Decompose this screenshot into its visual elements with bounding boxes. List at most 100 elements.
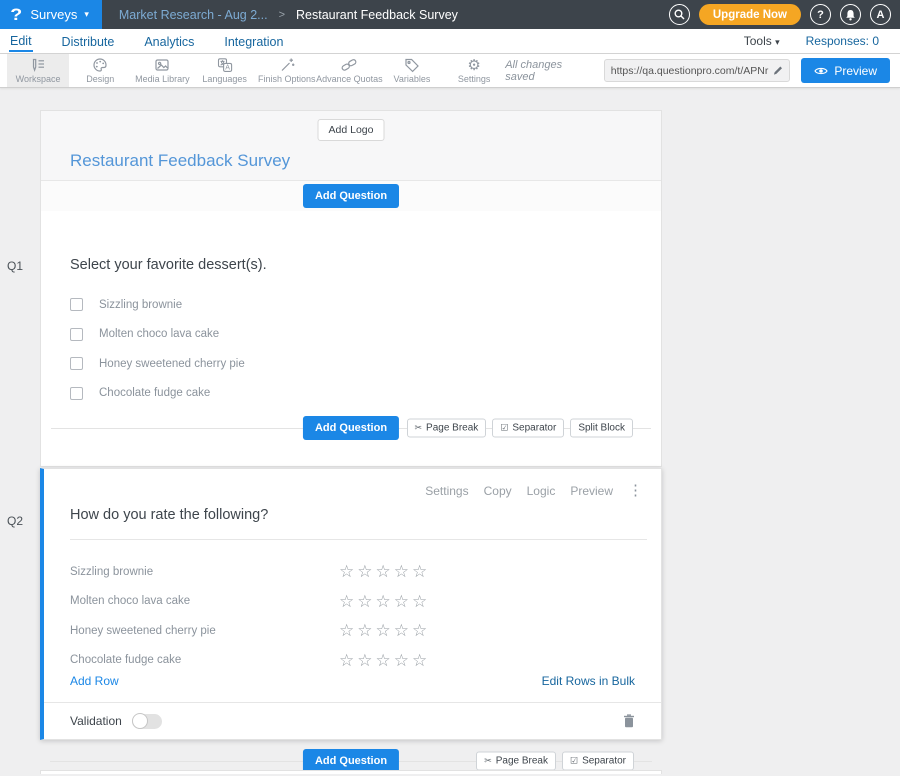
question-2-rating-rows: Sizzling brownie ☆☆☆☆☆ Molten choco lava… (70, 557, 635, 675)
q2-gutter-label: Q2 (7, 514, 23, 528)
divider-actions: ✂Page Break ☑Separator Split Block (407, 419, 634, 438)
rating-row-label[interactable]: Sizzling brownie (70, 566, 339, 578)
block-divider-row: Add Question ✂Page Break ☑Separator Spli… (41, 408, 661, 448)
divider-actions-bottom: ✂Page Break ☑Separator (476, 752, 634, 771)
separator-check-icon: ☑ (570, 756, 578, 767)
pencil-icon[interactable] (773, 65, 783, 76)
option-label[interactable]: Molten choco lava cake (99, 328, 219, 340)
kebab-menu-icon[interactable]: ⋮ (628, 486, 643, 496)
split-block-button[interactable]: Split Block (570, 419, 633, 438)
add-question-button-mid[interactable]: Add Question (303, 416, 399, 440)
survey-header-section: Add Logo Restaurant Feedback Survey (41, 111, 661, 181)
scissors-icon: ✂ (415, 423, 423, 434)
preview-button[interactable]: Preview (801, 58, 890, 83)
tool-languages[interactable]: A Languages (194, 54, 256, 87)
responses-count[interactable]: Responses: 0 (806, 34, 879, 48)
survey-url-box (604, 59, 791, 82)
rating-row-label[interactable]: Chocolate fudge cake (70, 654, 339, 666)
surveys-menu[interactable]: Surveys (30, 7, 77, 22)
tool-design[interactable]: Design (69, 54, 131, 87)
tool-settings[interactable]: ⚙ Settings (443, 54, 505, 87)
toolbar-right: All changes saved Preview (505, 54, 900, 87)
option-label[interactable]: Honey sweetened cherry pie (99, 358, 245, 370)
section-tabs: Edit Distribute Analytics Integration To… (0, 29, 900, 54)
top-navbar: ? Surveys ▾ Market Research - Aug 2... >… (0, 0, 900, 29)
question-logic-button[interactable]: Logic (527, 484, 556, 498)
workspace-icon (30, 57, 46, 73)
breadcrumb-parent-link[interactable]: Market Research - Aug 2... (119, 8, 268, 22)
chain-link-icon (341, 57, 357, 73)
tool-finish-options[interactable]: Finish Options (256, 54, 318, 87)
separator-button[interactable]: ☑Separator (562, 752, 634, 771)
page-break-button[interactable]: ✂Page Break (407, 419, 487, 438)
option-row: Chocolate fudge cake (70, 379, 632, 409)
tab-edit[interactable]: Edit (9, 30, 33, 52)
tool-media-library[interactable]: Media Library (131, 54, 193, 87)
question-2-text[interactable]: How do you rate the following? (70, 507, 647, 540)
add-question-button-top[interactable]: Add Question (303, 184, 399, 208)
survey-title[interactable]: Restaurant Feedback Survey (70, 151, 290, 171)
breadcrumb-current: Restaurant Feedback Survey (296, 8, 458, 22)
page-break-button[interactable]: ✂Page Break (476, 752, 556, 771)
tab-analytics[interactable]: Analytics (143, 31, 195, 51)
save-status-text: All changes saved (505, 59, 593, 83)
question-1: Select your favorite dessert(s). Sizzlin… (41, 211, 661, 408)
validation-control: Validation (70, 714, 162, 729)
tool-variables[interactable]: Variables (381, 54, 443, 87)
question-settings-button[interactable]: Settings (425, 484, 468, 498)
rating-row-label[interactable]: Honey sweetened cherry pie (70, 625, 339, 637)
validation-toggle[interactable] (132, 714, 162, 729)
star-rating-icons[interactable]: ☆☆☆☆☆ (339, 593, 430, 610)
help-button[interactable]: ? (810, 4, 831, 25)
help-icon: ? (817, 9, 824, 21)
option-label[interactable]: Sizzling brownie (99, 299, 182, 311)
toggle-knob (132, 713, 148, 729)
star-rating-icons[interactable]: ☆☆☆☆☆ (339, 563, 430, 580)
notifications-button[interactable] (840, 4, 861, 25)
rating-row-label[interactable]: Molten choco lava cake (70, 595, 339, 607)
palette-icon (92, 57, 108, 73)
upgrade-now-button[interactable]: Upgrade Now (699, 4, 801, 25)
tab-distribute[interactable]: Distribute (61, 31, 116, 51)
star-rating-icons[interactable]: ☆☆☆☆☆ (339, 652, 430, 669)
question-1-options: Sizzling brownie Molten choco lava cake … (70, 290, 632, 408)
chevron-down-icon: ▾ (775, 37, 780, 47)
edit-rows-in-bulk-link[interactable]: Edit Rows in Bulk (542, 674, 635, 688)
question-2-links: Add Row Edit Rows in Bulk (70, 674, 635, 688)
q1-gutter-label: Q1 (7, 259, 23, 273)
topnav-actions: Upgrade Now ? A (669, 4, 900, 25)
avatar-initial: A (877, 9, 885, 21)
tab-integration[interactable]: Integration (223, 31, 284, 51)
svg-text:A: A (225, 65, 230, 72)
checkbox[interactable] (70, 298, 83, 311)
tools-menu[interactable]: Tools ▾ (744, 34, 780, 48)
brand-area[interactable]: ? Surveys ▾ (0, 0, 102, 29)
add-question-strip: Add Question (41, 181, 661, 211)
tag-icon (404, 57, 420, 73)
survey-url-input[interactable] (611, 65, 770, 77)
search-button[interactable] (669, 4, 690, 25)
gear-icon: ⚙ (467, 58, 480, 73)
tool-advance-quotas[interactable]: Advance Quotas (318, 54, 381, 87)
next-block-edge (40, 770, 662, 774)
checkbox[interactable] (70, 387, 83, 400)
question-copy-button[interactable]: Copy (484, 484, 512, 498)
option-label[interactable]: Chocolate fudge cake (99, 387, 210, 399)
separator-button[interactable]: ☑Separator (492, 419, 564, 438)
checkbox[interactable] (70, 328, 83, 341)
chevron-down-icon: ▾ (84, 9, 89, 20)
add-row-link[interactable]: Add Row (70, 674, 119, 688)
tool-workspace[interactable]: Workspace (7, 54, 69, 87)
survey-block-2-selected: Settings Copy Logic Preview ⋮ How do you… (40, 468, 662, 740)
magic-wand-icon (279, 57, 295, 73)
delete-question-button[interactable] (623, 714, 635, 728)
account-avatar[interactable]: A (870, 4, 891, 25)
search-icon (674, 9, 685, 20)
star-rating-icons[interactable]: ☆☆☆☆☆ (339, 622, 430, 639)
questionpro-logo-icon: ? (10, 5, 22, 25)
question-preview-button[interactable]: Preview (570, 484, 613, 498)
checkbox[interactable] (70, 357, 83, 370)
rating-row: Chocolate fudge cake ☆☆☆☆☆ (70, 646, 635, 676)
add-logo-button[interactable]: Add Logo (318, 119, 385, 141)
question-1-text[interactable]: Select your favorite dessert(s). (70, 257, 632, 273)
